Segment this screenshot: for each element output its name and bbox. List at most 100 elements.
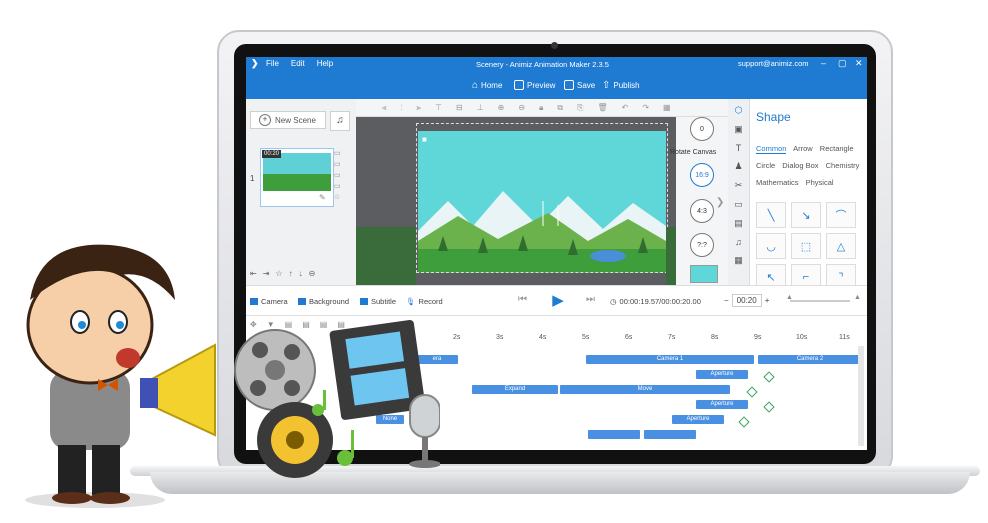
decrease-icon[interactable]: −: [724, 296, 729, 305]
menu-bar: File Edit Help: [266, 59, 333, 68]
undo-icon[interactable]: ↶: [622, 103, 629, 112]
camera-frame[interactable]: [416, 123, 668, 273]
curve-shape-icon[interactable]: ◡: [756, 233, 786, 259]
track-camera-2[interactable]: Camera 2: [758, 355, 862, 364]
ratio-4-3-button[interactable]: 4:3: [690, 199, 714, 223]
video-tool-icon[interactable]: ▦: [734, 255, 743, 266]
effect-tool-icon[interactable]: ✂: [735, 180, 743, 191]
zoom-slider[interactable]: [790, 300, 850, 302]
duration-value[interactable]: 00:20: [731, 294, 762, 307]
track-camera-1[interactable]: Camera 1: [586, 355, 754, 364]
zoom-out-icon[interactable]: ⊖: [518, 103, 525, 112]
shape-tool-icon[interactable]: ⬡: [735, 105, 743, 116]
align-left-icon[interactable]: ⫷: [382, 103, 387, 113]
menu-help[interactable]: Help: [317, 59, 333, 68]
preview-button[interactable]: Preview: [514, 80, 555, 90]
music-tool-icon[interactable]: ♫: [735, 237, 742, 247]
tab-dialog-box[interactable]: Dialog Box: [782, 161, 818, 170]
dialog-tool-icon[interactable]: ▭: [734, 199, 743, 210]
scene-thumbnail[interactable]: 00:20 ✎: [260, 148, 334, 207]
app-logo-icon: ❯: [251, 58, 259, 68]
keyframe-icon[interactable]: [763, 371, 775, 383]
zoom-in-timeline-icon[interactable]: ▲: [854, 294, 861, 301]
align-right-icon[interactable]: ⫸: [417, 103, 422, 113]
tab-circle[interactable]: Circle: [756, 161, 775, 170]
scene-settings-icon[interactable]: ♫: [330, 111, 350, 131]
duration-stepper[interactable]: − 00:20 +: [724, 294, 769, 307]
paste-icon[interactable]: ▭: [334, 171, 341, 179]
shape-panel: Shape Common Arrow Rectangle Circle Dial…: [749, 99, 867, 290]
tab-rectangle[interactable]: Rectangle: [820, 144, 854, 153]
minimize-icon[interactable]: –: [821, 58, 826, 68]
copy-icon[interactable]: ▭: [334, 149, 341, 157]
edit-icon[interactable]: ✎: [319, 193, 326, 202]
publish-button[interactable]: ⇧ Publish: [602, 80, 640, 91]
zoom-out-timeline-icon[interactable]: ▲: [786, 294, 793, 301]
track-bar[interactable]: [588, 430, 640, 439]
track-move[interactable]: Move: [560, 385, 730, 394]
home-button[interactable]: ⌂ Home: [472, 80, 502, 91]
align-top-icon[interactable]: ⊤: [435, 103, 442, 112]
close-icon[interactable]: ✕: [855, 58, 863, 69]
new-scene-button[interactable]: + New Scene: [250, 111, 326, 129]
timeline-scrollbar[interactable]: [858, 346, 864, 446]
canvas-thumbnail[interactable]: [690, 265, 718, 283]
publish-icon: ⇧: [602, 80, 611, 91]
arc-shape-icon[interactable]: ⌒: [826, 202, 856, 228]
save-button[interactable]: Save: [564, 80, 595, 90]
folder-tool-icon[interactable]: ▤: [734, 218, 743, 229]
megaphone-icon: [140, 343, 216, 437]
track-expand[interactable]: Expand: [472, 385, 558, 394]
tab-mathematics[interactable]: Mathematics: [756, 178, 799, 187]
redo-icon[interactable]: ↷: [642, 103, 649, 112]
align-center-icon[interactable]: ⫶: [401, 103, 403, 113]
ratio-custom-button[interactable]: ?:?: [690, 233, 714, 257]
menu-edit[interactable]: Edit: [291, 59, 305, 68]
grid-icon[interactable]: ▦: [663, 103, 671, 112]
main-toolbar: ⌂ Home Preview Save ⇧ Publish: [246, 71, 867, 99]
tab-chemistry[interactable]: Chemistry: [826, 161, 860, 170]
save-label: Save: [577, 80, 596, 90]
character-tool-icon[interactable]: ♟: [734, 161, 742, 172]
paste-icon[interactable]: ⎘: [577, 103, 583, 113]
play-button[interactable]: ▶: [548, 291, 568, 311]
triangle-shape-icon[interactable]: △: [826, 233, 856, 259]
track-bar[interactable]: [644, 430, 696, 439]
increase-icon[interactable]: +: [765, 296, 770, 305]
image-tool-icon[interactable]: ▣: [734, 124, 743, 135]
track-aperture[interactable]: Aperture: [672, 415, 724, 424]
collapse-panel-icon[interactable]: ❯: [716, 197, 724, 208]
next-frame-icon[interactable]: ⏭︎: [586, 294, 595, 305]
copy-icon[interactable]: ⧉: [557, 103, 563, 113]
track-aperture[interactable]: Aperture: [696, 370, 748, 379]
keyframe-icon[interactable]: [738, 416, 750, 428]
rotate-canvas-label: Rotate Canvas: [670, 149, 717, 156]
arrow-line-shape-icon[interactable]: ↘: [791, 202, 821, 228]
keyframe-icon[interactable]: [746, 386, 758, 398]
zoom-in-icon[interactable]: ⊕: [498, 103, 505, 112]
tab-common[interactable]: Common: [756, 144, 787, 154]
text-tool-icon[interactable]: T: [736, 143, 742, 153]
support-email[interactable]: support@animiz.com: [738, 59, 809, 68]
tab-arrow[interactable]: Arrow: [793, 144, 813, 153]
ratio-16-9-button[interactable]: 16:9: [690, 163, 714, 187]
line-shape-icon[interactable]: ╲: [756, 202, 786, 228]
delete-icon[interactable]: 🗑︎: [597, 103, 607, 112]
star-icon[interactable]: ☆: [334, 193, 341, 201]
duplicate-icon[interactable]: ▭: [334, 182, 341, 190]
preview-icon: [514, 80, 524, 90]
keyframe-icon[interactable]: [763, 401, 775, 413]
align-middle-icon[interactable]: ⊟: [456, 103, 463, 112]
lock-icon[interactable]: 🔒︎: [539, 103, 543, 113]
rotate-canvas-button[interactable]: 0: [690, 117, 714, 141]
prev-frame-icon[interactable]: ⏮︎: [518, 294, 527, 305]
window-title: Scenery - Animiz Animation Maker 2.3.5: [476, 60, 609, 69]
track-aperture[interactable]: Aperture: [696, 400, 748, 409]
delete-icon[interactable]: ▭: [334, 160, 341, 168]
menu-file[interactable]: File: [266, 59, 279, 68]
ruler-tick: 6s: [625, 334, 633, 341]
tab-physical[interactable]: Physical: [806, 178, 834, 187]
maximize-icon[interactable]: ▢: [838, 58, 847, 69]
align-bottom-icon[interactable]: ⊥: [477, 103, 484, 112]
dashed-rect-shape-icon[interactable]: ⬚: [791, 233, 821, 259]
